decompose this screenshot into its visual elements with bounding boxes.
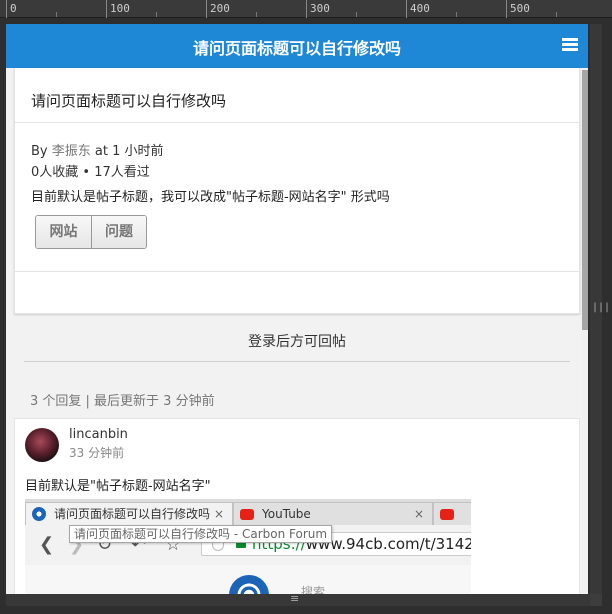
login-to-reply-note[interactable]: 登录后方可回帖 xyxy=(24,331,570,362)
divider xyxy=(15,122,579,123)
reply-time: 33 分钟前 xyxy=(69,446,125,460)
back-icon: ❮ xyxy=(39,534,55,555)
tag-group: 网站 问题 xyxy=(35,215,147,249)
browser-page-preview: 搜索 xyxy=(25,565,471,594)
ruler-tick: 300 xyxy=(306,0,330,18)
hamburger-menu-icon[interactable] xyxy=(562,38,578,52)
topic-body: 目前默认是帖子标题，我可以改成"帖子标题-网站名字" 形式吗 xyxy=(31,190,390,205)
reply-screenshot-image: 请问页面标题可以自行修改吗 × YouTube × ❮ ❯ ↻ ↶ ☆ http… xyxy=(25,499,471,594)
youtube-icon xyxy=(440,509,454,520)
avatar[interactable] xyxy=(25,428,59,462)
ruler-minor-tick xyxy=(156,12,157,17)
ruler-tick: 500 xyxy=(506,0,530,18)
reply-username[interactable]: lincanbin xyxy=(69,427,128,442)
globe-icon xyxy=(32,507,46,521)
ruler-minor-tick xyxy=(456,12,457,17)
browser-tab-label: 请问页面标题可以自行修改吗 xyxy=(54,507,211,521)
site-header: 请问页面标题可以自行修改吗 xyxy=(6,24,588,68)
ruler-minor-tick xyxy=(256,12,257,17)
close-icon: × xyxy=(413,507,424,521)
tag-website[interactable]: 网站 xyxy=(36,216,91,248)
by-label: By xyxy=(31,144,48,159)
ruler-tick: 0 xyxy=(6,0,17,18)
topic-card: 请问页面标题可以自行修改吗 By 李振东 at 1 小时前 0人收藏 • 17人… xyxy=(14,68,580,314)
post-time: at 1 小时前 xyxy=(94,144,164,159)
horizontal-ruler: 0 100 200 300 400 500 xyxy=(0,0,612,18)
corner-resize-handle[interactable] xyxy=(590,594,602,606)
divider xyxy=(15,271,579,272)
ruler-tick: 100 xyxy=(106,0,130,18)
browser-tab xyxy=(433,502,471,525)
close-icon: × xyxy=(213,507,224,521)
browser-tab-label: YouTube xyxy=(262,507,311,521)
browser-tab-strip: 请问页面标题可以自行修改吗 × YouTube × xyxy=(25,499,471,525)
header-title: 请问页面标题可以自行修改吗 xyxy=(192,39,401,58)
tab-tooltip: 请问页面标题可以自行修改吗 - Carbon Forum xyxy=(69,525,333,543)
topic-meta: By 李振东 at 1 小时前 xyxy=(31,140,164,159)
browser-tab: 请问页面标题可以自行修改吗 × xyxy=(25,502,233,525)
topic-title: 请问页面标题可以自行修改吗 xyxy=(31,92,227,110)
tag-question[interactable]: 问题 xyxy=(91,216,146,248)
scrollbar-thumb[interactable] xyxy=(582,70,588,330)
reply-text: 目前默认是"帖子标题-网站名字" xyxy=(25,479,211,494)
search-label: 搜索 xyxy=(301,585,326,594)
scrollbar[interactable] xyxy=(582,68,588,594)
topic-stats: 0人收藏 • 17人看过 xyxy=(31,165,150,180)
reply-summary: 3 个回复 | 最后更新于 3 分钟前 xyxy=(30,394,215,409)
ruler-tick: 200 xyxy=(206,0,230,18)
youtube-icon xyxy=(240,509,254,520)
ruler-minor-tick xyxy=(356,12,357,17)
author-link[interactable]: 李振东 xyxy=(52,144,91,159)
grip-icon: ||| xyxy=(592,302,611,313)
main-content: 请问页面标题可以自行修改吗 By 李振东 at 1 小时前 0人收藏 • 17人… xyxy=(6,68,582,594)
reply-card: lincanbin 33 分钟前 目前默认是"帖子标题-网站名字" 请问页面标题… xyxy=(14,418,580,594)
ruler-tick: 400 xyxy=(406,0,430,18)
grip-icon: ≡ xyxy=(290,592,300,605)
devtools-responsive-frame: 0 100 200 300 400 500 请问页面标题可以自行修改吗 请问页面… xyxy=(0,0,612,614)
browser-tab: YouTube × xyxy=(233,502,433,525)
site-logo-icon xyxy=(229,575,269,594)
ruler-minor-tick xyxy=(556,12,557,17)
ruler-minor-tick xyxy=(56,12,57,17)
page-viewport: 请问页面标题可以自行修改吗 请问页面标题可以自行修改吗 By 李振东 at 1 … xyxy=(6,24,588,594)
